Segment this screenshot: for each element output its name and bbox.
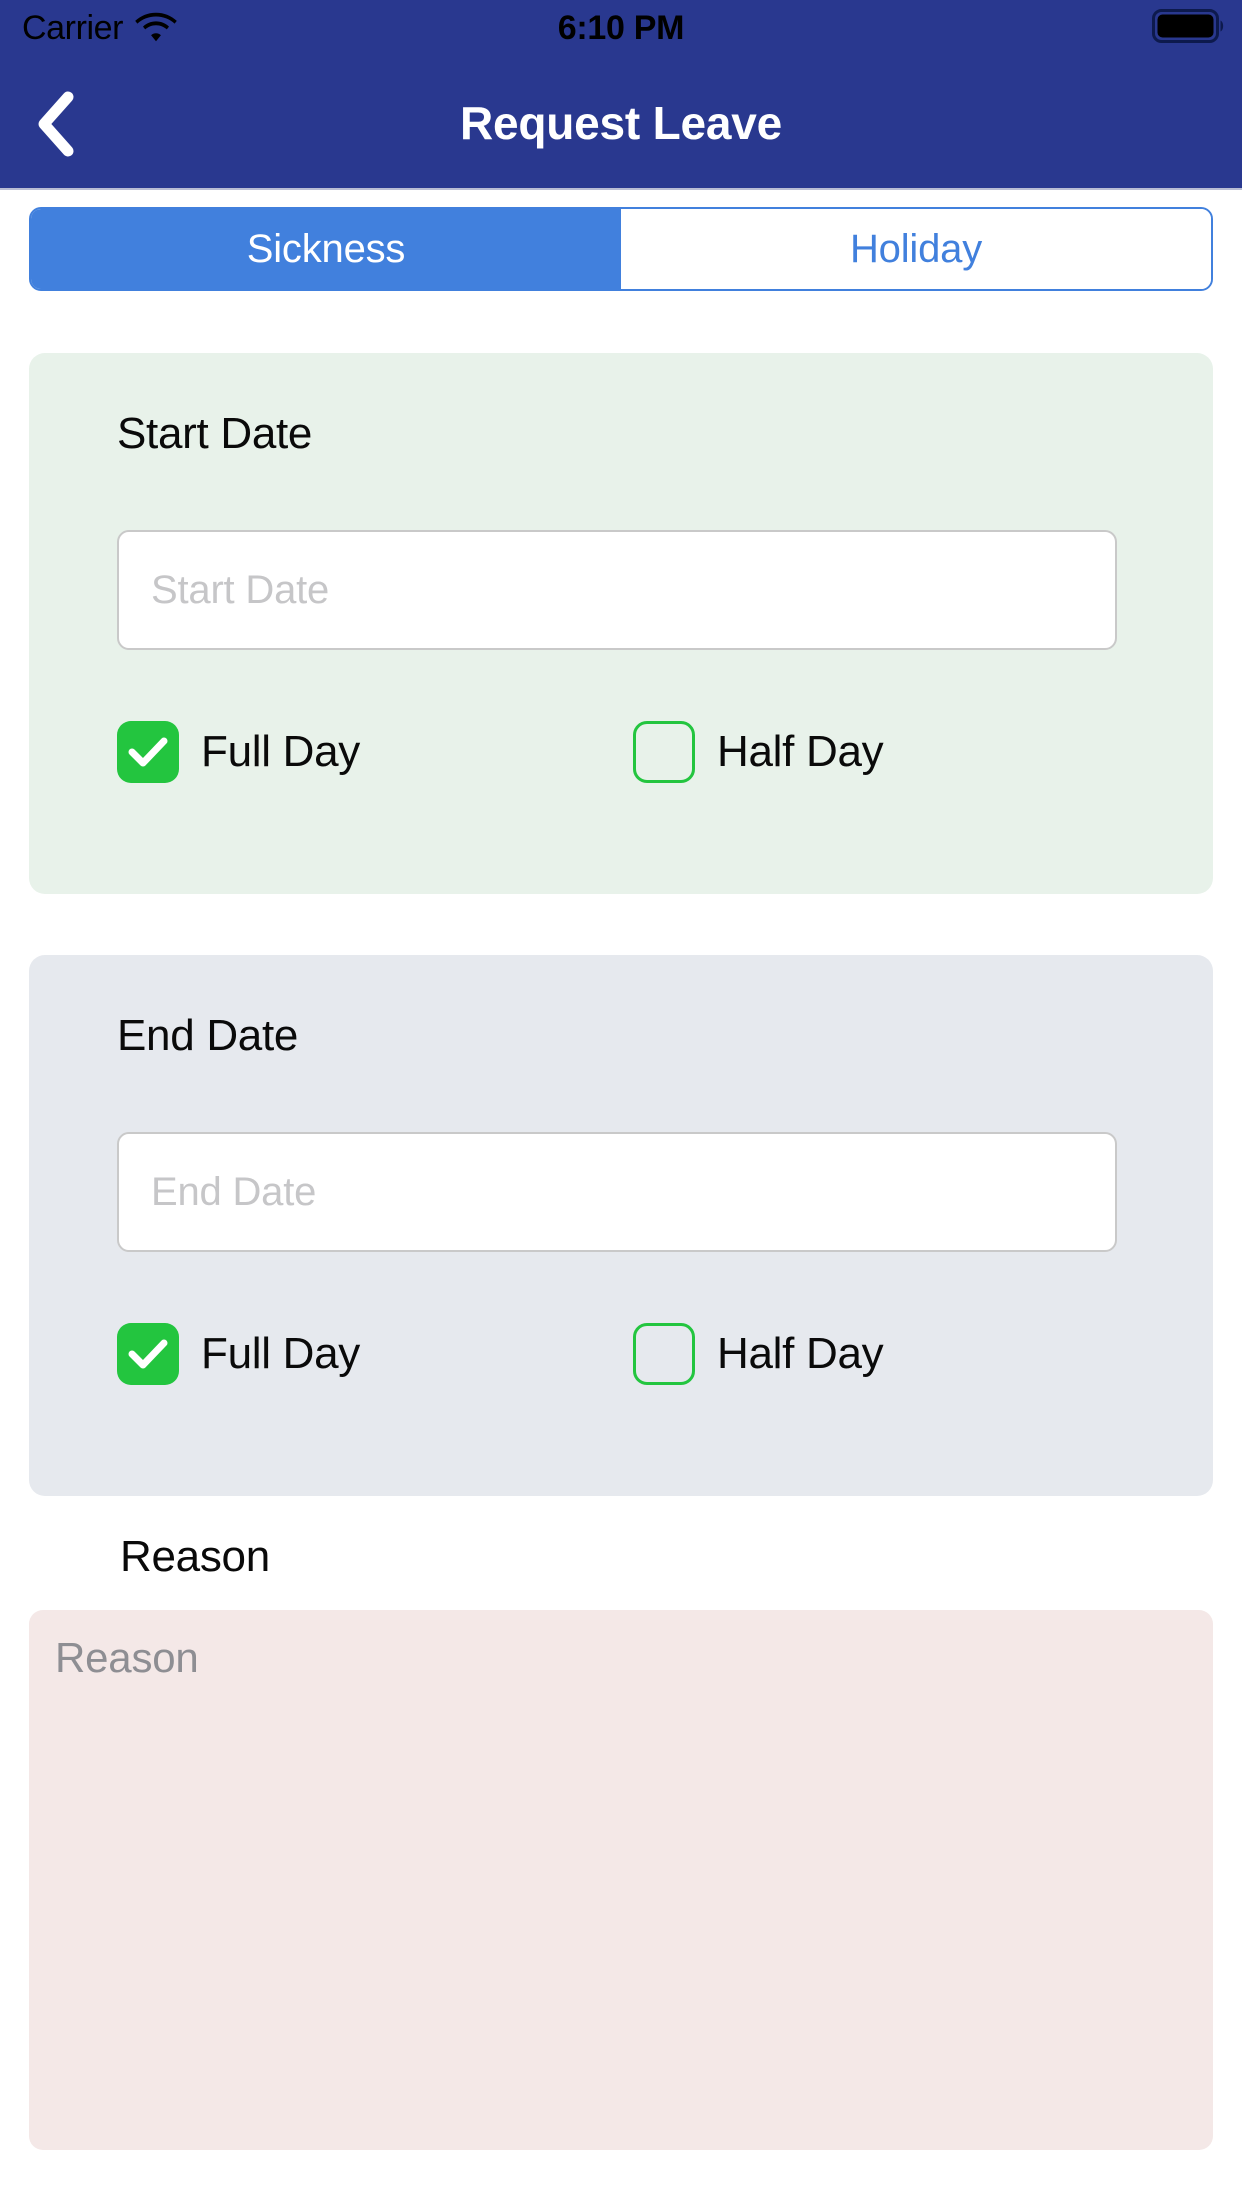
checkbox-unchecked-icon[interactable] [633,1323,695,1385]
reason-title: Reason [120,1532,270,1581]
page-title: Request Leave [459,97,783,149]
end-full-day-label: Full Day [201,1329,360,1378]
start-date-duration-options: Full Day Half Day [117,721,1117,785]
end-date-duration-options: Full Day Half Day [117,1323,1117,1387]
end-date-title: End Date [117,1011,299,1060]
start-date-card: Start Date Start Date Full Day Half Day [29,353,1213,894]
end-date-card: End Date End Date Full Day Half Day [29,955,1213,1496]
start-full-day-option[interactable]: Full Day [117,721,360,783]
checkbox-unchecked-icon[interactable] [633,721,695,783]
start-half-day-label: Half Day [717,727,884,776]
end-half-day-option[interactable]: Half Day [633,1323,884,1385]
start-date-placeholder: Start Date [151,567,330,612]
navigation-bar: Carrier 6:10 PM Request Leave [0,0,1242,188]
battery-full-icon [1152,8,1226,48]
end-half-day-label: Half Day [717,1329,884,1378]
status-bar-right [1152,8,1226,48]
start-full-day-label: Full Day [201,727,360,776]
checkbox-checked-icon[interactable] [117,721,179,783]
checkbox-checked-icon[interactable] [117,1323,179,1385]
status-bar-time: 6:10 PM [557,8,685,47]
end-date-input[interactable]: End Date [117,1132,1117,1252]
reason-placeholder: Reason [55,1634,199,1681]
start-half-day-option[interactable]: Half Day [633,721,884,783]
start-date-title: Start Date [117,409,313,458]
end-date-placeholder: End Date [151,1169,317,1214]
status-bar: Carrier 6:10 PM [0,0,1242,56]
end-full-day-option[interactable]: Full Day [117,1323,360,1385]
tab-sickness[interactable]: Sickness [31,209,621,289]
leave-type-segmented-control[interactable]: Sickness Holiday [29,207,1213,291]
start-date-input[interactable]: Start Date [117,530,1117,650]
app-screen: Carrier 6:10 PM Request Leave Sickness H… [0,0,1242,2208]
reason-textarea[interactable]: Reason [29,1610,1213,2150]
nav-bar-divider [0,188,1242,190]
tab-holiday[interactable]: Holiday [621,209,1211,289]
